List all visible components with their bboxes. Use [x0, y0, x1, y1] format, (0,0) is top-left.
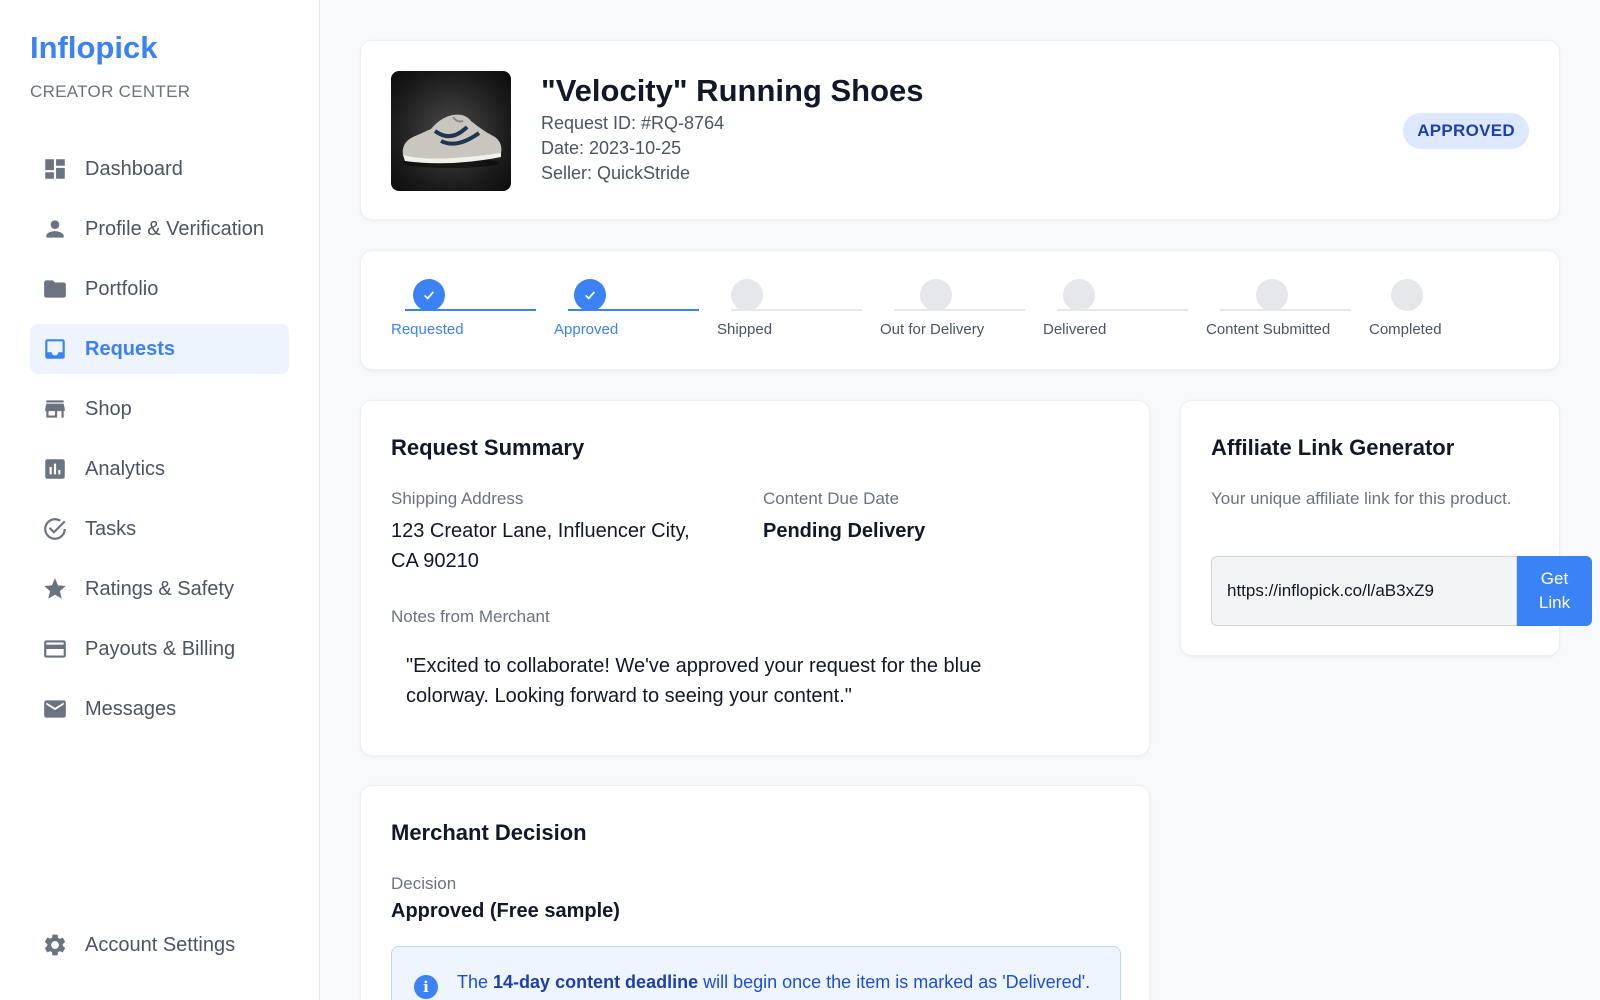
merchant-notes-line2: colorway. Looking forward to seeing your…: [406, 685, 852, 707]
step-label: Approved: [554, 321, 619, 338]
pending-dot-icon: [1256, 279, 1288, 311]
product-title: "Velocity" Running Shoes: [541, 73, 924, 108]
step-label: Completed: [1369, 321, 1442, 338]
sidebar-item-analytics[interactable]: Analytics: [30, 444, 289, 494]
product-image: [391, 71, 511, 191]
product-header-card: "Velocity" Running Shoes Request ID: #RQ…: [360, 40, 1560, 220]
content-due-label: Content Due Date: [763, 489, 900, 508]
affiliate-link-input[interactable]: [1211, 556, 1517, 626]
shipping-address-label: Shipping Address: [391, 489, 524, 508]
step-connector: [1220, 309, 1351, 311]
notes-label: Notes from Merchant: [391, 607, 550, 626]
seller-name: Seller: QuickStride: [541, 163, 691, 183]
merchant-decision-card: Merchant Decision Decision Approved (Fre…: [360, 785, 1150, 1000]
credit-card-icon: [42, 636, 68, 662]
running-shoe-image: [402, 114, 502, 168]
card-title: Affiliate Link Generator: [1211, 435, 1455, 460]
check-circle-icon: [42, 516, 68, 542]
card-title: Merchant Decision: [391, 820, 587, 845]
get-link-button[interactable]: Get Link: [1517, 556, 1592, 626]
button-label-line2: Link: [1538, 593, 1571, 612]
sidebar-item-label: Dashboard: [85, 157, 183, 180]
step-label: Content Submitted: [1206, 321, 1331, 338]
sidebar-item-shop[interactable]: Shop: [30, 384, 289, 434]
sidebar-item-label: Payouts & Billing: [85, 637, 236, 660]
pending-dot-icon: [731, 279, 763, 311]
content-due-value: Pending Delivery: [763, 520, 926, 542]
sidebar-item-label: Portfolio: [85, 277, 159, 300]
progress-tracker: Requested Approved Shipped Out for Deliv…: [360, 250, 1560, 370]
check-icon: [574, 279, 606, 311]
sidebar-item-label: Ratings & Safety: [85, 577, 234, 600]
affiliate-link-card: Affiliate Link Generator Your unique aff…: [1180, 400, 1592, 656]
inbox-icon: [42, 336, 68, 362]
step-label: Requested: [391, 321, 464, 338]
sidebar-item-account-settings[interactable]: Account Settings: [30, 920, 289, 970]
step-connector: [894, 309, 1025, 311]
pending-dot-icon: [920, 279, 952, 311]
step-label: Out for Delivery: [880, 321, 985, 338]
bar-chart-icon: [42, 456, 68, 482]
sidebar-item-payouts[interactable]: Payouts & Billing: [30, 624, 289, 674]
sidebar-item-label: Profile & Verification: [85, 217, 264, 240]
sidebar-item-label: Account Settings: [85, 933, 236, 956]
pending-dot-icon: [1391, 279, 1423, 311]
request-date: Date: 2023-10-25: [541, 138, 682, 158]
info-text-prefix: The: [457, 972, 494, 992]
info-callout: i The 14-day content deadline will begin…: [391, 946, 1121, 1000]
brand-subtitle: CREATOR CENTER: [30, 82, 191, 101]
sidebar-item-label: Analytics: [85, 457, 166, 480]
card-title: Request Summary: [391, 435, 585, 460]
sidebar-item-dashboard[interactable]: Dashboard: [30, 144, 289, 194]
check-icon: [413, 279, 445, 311]
sidebar: Inflopick CREATOR CENTER Dashboard Profi…: [0, 0, 320, 1000]
merchant-notes-line1: "Excited to collaborate! We've approved …: [406, 655, 982, 677]
merchant-notes: "Excited to collaborate! We've approved …: [406, 651, 1106, 711]
star-icon: [42, 576, 68, 602]
button-label-line1: Get: [1540, 569, 1569, 588]
pending-dot-icon: [1063, 279, 1095, 311]
request-id: Request ID: #RQ-8764: [541, 113, 725, 133]
sidebar-item-tasks[interactable]: Tasks: [30, 504, 289, 554]
affiliate-description: Your unique affiliate link for this prod…: [1211, 489, 1512, 508]
request-summary-card: Request Summary Shipping Address 123 Cre…: [360, 400, 1150, 756]
mail-icon: [42, 696, 68, 722]
sidebar-item-label: Requests: [85, 337, 176, 360]
sidebar-item-label: Tasks: [85, 517, 137, 540]
sidebar-item-profile[interactable]: Profile & Verification: [30, 204, 289, 254]
sidebar-footer: Account Settings: [30, 920, 289, 980]
info-text: The 14-day content deadline will begin o…: [457, 967, 1097, 997]
status-badge: APPROVED: [1403, 113, 1529, 149]
shipping-address-line2: CA 90210: [391, 550, 479, 572]
dashboard-icon: [42, 156, 68, 182]
sidebar-item-ratings[interactable]: Ratings & Safety: [30, 564, 289, 614]
folder-icon: [42, 276, 68, 302]
decision-label: Decision: [391, 874, 457, 893]
sidebar-item-label: Shop: [85, 397, 132, 420]
step-label: Shipped: [717, 321, 773, 338]
shipping-address-line1: 123 Creator Lane, Influencer City,: [391, 520, 690, 542]
info-text-highlight: 14-day content deadline: [493, 972, 699, 992]
brand-logo[interactable]: Inflopick: [30, 30, 157, 66]
person-icon: [42, 216, 68, 242]
info-icon: i: [414, 975, 438, 999]
decision-value: Approved (Free sample): [391, 900, 620, 922]
sidebar-item-requests[interactable]: Requests: [30, 324, 289, 374]
store-icon: [42, 396, 68, 422]
info-text-suffix: will begin once the item is marked as 'D…: [698, 972, 1091, 992]
gear-icon: [42, 932, 68, 958]
step-label: Delivered: [1043, 321, 1107, 338]
sidebar-item-portfolio[interactable]: Portfolio: [30, 264, 289, 314]
sidebar-nav: Dashboard Profile & Verification Portfol…: [30, 144, 289, 744]
sidebar-item-label: Messages: [85, 697, 177, 720]
button-label: Get Link: [1539, 567, 1570, 615]
sidebar-item-messages[interactable]: Messages: [30, 684, 289, 734]
